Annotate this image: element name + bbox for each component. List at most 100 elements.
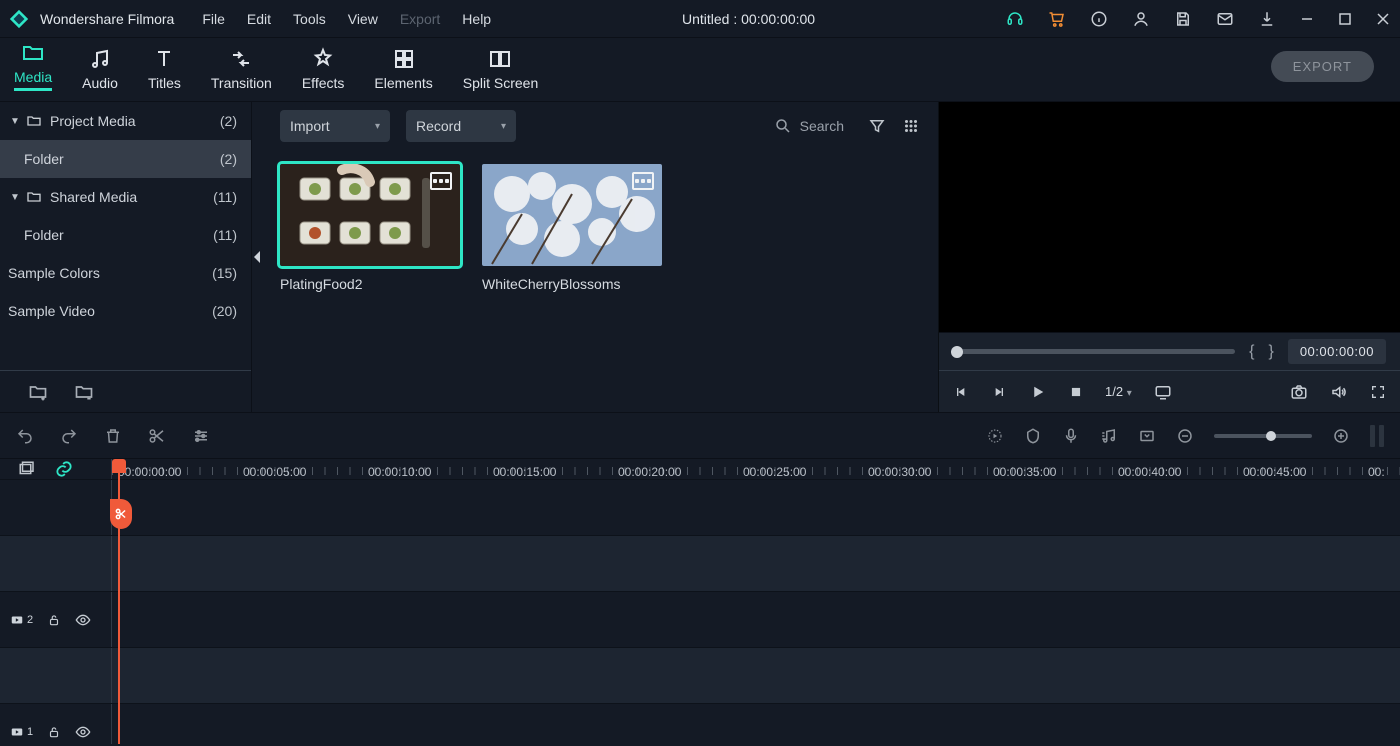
search-input[interactable]: Search: [766, 110, 852, 142]
mark-out-icon[interactable]: }: [1268, 343, 1273, 361]
play-icon[interactable]: [1029, 383, 1047, 401]
track-type-icon: 1: [10, 725, 33, 739]
tree-project-media[interactable]: ▼ Project Media (2): [0, 102, 251, 140]
settings-sliders-icon[interactable]: [192, 427, 210, 445]
audio-mixer-icon[interactable]: [1100, 427, 1118, 445]
support-icon[interactable]: [1006, 10, 1024, 28]
tab-audio-label: Audio: [82, 75, 118, 91]
redo-icon[interactable]: [60, 427, 78, 445]
quality-icon[interactable]: [1154, 383, 1172, 401]
info-icon[interactable]: [1090, 10, 1108, 28]
account-icon[interactable]: [1132, 10, 1150, 28]
export-button[interactable]: EXPORT: [1271, 51, 1374, 82]
lock-icon[interactable]: [47, 613, 61, 627]
step-back-icon[interactable]: [953, 384, 969, 400]
timeline-track[interactable]: [0, 479, 1400, 535]
menu-file[interactable]: File: [202, 11, 225, 27]
volume-icon[interactable]: [1330, 383, 1348, 401]
timeline-track[interactable]: [0, 535, 1400, 591]
ruler-tick: 00:00:45:00: [1243, 465, 1306, 479]
split-icon[interactable]: [148, 427, 166, 445]
folder-icon: [26, 189, 42, 205]
tree-sample-video[interactable]: Sample Video (20): [0, 292, 251, 330]
undo-icon[interactable]: [16, 427, 34, 445]
delete-icon[interactable]: [104, 427, 122, 445]
timeline-track-video-2[interactable]: 2: [0, 591, 1400, 647]
clip-thumbnail[interactable]: [280, 164, 460, 266]
media-grid: PlatingFood2 WhiteCherryBlossoms: [262, 150, 938, 306]
tree-count: (20): [212, 303, 237, 319]
marker-icon[interactable]: [1024, 427, 1042, 445]
cut-marker[interactable]: [110, 499, 132, 529]
timeline-track[interactable]: [0, 647, 1400, 703]
ruler-tick: 00:00:05:00: [243, 465, 306, 479]
panel-splitter[interactable]: [252, 102, 262, 412]
preview-scrub-track[interactable]: [953, 349, 1235, 354]
window-maximize-icon[interactable]: [1338, 12, 1352, 26]
tree-label: Folder: [24, 227, 213, 243]
visibility-icon[interactable]: [75, 612, 91, 628]
filter-icon[interactable]: [868, 117, 886, 135]
tab-transition[interactable]: Transition: [211, 47, 272, 95]
fullscreen-icon[interactable]: [1370, 384, 1386, 400]
link-icon[interactable]: [54, 459, 74, 479]
sidebar-footer: [0, 370, 251, 412]
stop-icon[interactable]: [1069, 385, 1083, 399]
window-minimize-icon[interactable]: [1300, 12, 1314, 26]
ruler-track[interactable]: 00:00:00:00 00:00:05:00 00:00:10:00 00:0…: [112, 459, 1400, 479]
mail-icon[interactable]: [1216, 10, 1234, 28]
add-track-icon[interactable]: [18, 460, 36, 478]
cart-icon[interactable]: [1048, 10, 1066, 28]
media-clip[interactable]: WhiteCherryBlossoms: [482, 164, 662, 292]
timeline-track-video-1[interactable]: 1: [0, 703, 1400, 744]
preview-speed[interactable]: 1/2 ▾: [1105, 384, 1132, 399]
menu-help[interactable]: Help: [462, 11, 491, 27]
snapshot-icon[interactable]: [1290, 383, 1308, 401]
tab-audio[interactable]: Audio: [82, 47, 118, 95]
download-icon[interactable]: [1258, 10, 1276, 28]
audio-meter-icon[interactable]: [1370, 425, 1384, 447]
zoom-slider[interactable]: [1214, 434, 1312, 438]
preview-scrub-thumb[interactable]: [951, 346, 963, 358]
view-grid-icon[interactable]: [902, 117, 920, 135]
track-header: [0, 648, 112, 703]
menu-tools[interactable]: Tools: [293, 11, 326, 27]
zoom-in-icon[interactable]: [1332, 427, 1350, 445]
zoom-slider-thumb[interactable]: [1266, 431, 1276, 441]
delete-folder-icon[interactable]: [74, 382, 94, 402]
tree-label: Sample Colors: [8, 265, 212, 281]
media-toolbar: Import ▾ Record ▾ Search: [262, 102, 938, 150]
tree-folder-selected[interactable]: Folder (2): [0, 140, 251, 178]
video-badge-icon: [430, 172, 452, 190]
tab-elements[interactable]: Elements: [374, 47, 432, 95]
preview-timecode: 00:00:00:00: [1288, 339, 1386, 364]
tab-effects[interactable]: Effects: [302, 47, 345, 95]
tree-count: (11): [213, 227, 237, 243]
clip-thumbnail[interactable]: [482, 164, 662, 266]
crop-icon[interactable]: [1138, 427, 1156, 445]
new-folder-icon[interactable]: [28, 382, 48, 402]
zoom-out-icon[interactable]: [1176, 427, 1194, 445]
record-dropdown[interactable]: Record ▾: [406, 110, 516, 142]
menu-export: Export: [400, 11, 440, 27]
tree-folder[interactable]: Folder (11): [0, 216, 251, 254]
step-forward-icon[interactable]: [991, 384, 1007, 400]
tab-split-screen[interactable]: Split Screen: [463, 47, 538, 95]
import-dropdown[interactable]: Import ▾: [280, 110, 390, 142]
visibility-icon[interactable]: [75, 724, 91, 740]
render-preview-icon[interactable]: [986, 427, 1004, 445]
window-close-icon[interactable]: [1376, 12, 1390, 26]
timeline-ruler: 00:00:00:00 00:00:05:00 00:00:10:00 00:0…: [0, 459, 1400, 479]
mark-in-icon[interactable]: {: [1249, 343, 1254, 361]
menu-edit[interactable]: Edit: [247, 11, 271, 27]
menu-view[interactable]: View: [348, 11, 378, 27]
tab-titles[interactable]: Titles: [148, 47, 181, 95]
tree-sample-colors[interactable]: Sample Colors (15): [0, 254, 251, 292]
tree-shared-media[interactable]: ▼ Shared Media (11): [0, 178, 251, 216]
preview-video[interactable]: [939, 102, 1400, 332]
tab-media[interactable]: Media: [14, 41, 52, 95]
lock-icon[interactable]: [47, 725, 61, 739]
voiceover-icon[interactable]: [1062, 427, 1080, 445]
media-clip[interactable]: PlatingFood2: [280, 164, 460, 292]
save-icon[interactable]: [1174, 10, 1192, 28]
